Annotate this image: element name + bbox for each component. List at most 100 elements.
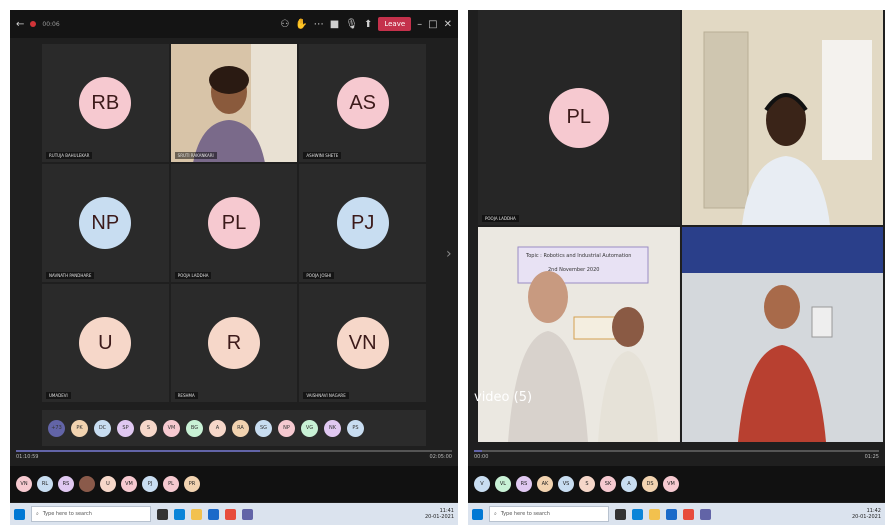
participant-tile-video[interactable]: SRUTI RAKANKARI — [170, 44, 298, 162]
raise-hand-icon[interactable]: ✋ — [295, 19, 307, 30]
store-icon[interactable] — [208, 508, 219, 520]
meeting-timer: 00:06 — [42, 20, 60, 28]
participant-name: POOJA LADDHA — [174, 272, 212, 279]
participant-grid: RB RUTUJA BAHULEKAR SRUTI RAKANKARI AS A… — [42, 44, 426, 402]
participant-avatar: PL — [207, 197, 260, 249]
participant-avatar: U — [79, 317, 132, 369]
participant-tile-video[interactable] — [681, 10, 883, 225]
participant-name: POOJA LADDHA — [482, 215, 519, 222]
participant-avatar[interactable]: PJ — [142, 476, 158, 492]
system-clock[interactable]: 11:42 20-01-2021 — [852, 508, 881, 520]
participant-tile[interactable]: NP NAVNATH PANDHARE — [42, 164, 169, 282]
participant-avatar[interactable]: VM — [121, 476, 137, 492]
participant-video — [681, 10, 883, 225]
participant-avatar[interactable]: PL — [163, 476, 179, 492]
participant-avatar[interactable]: A — [209, 419, 226, 437]
share-icon[interactable]: ⬆ — [364, 19, 372, 30]
participant-avatar[interactable]: VS — [558, 476, 574, 492]
participant-avatar[interactable]: RS — [58, 476, 74, 492]
participant-avatar[interactable]: SG — [255, 419, 272, 437]
clock-date: 20-01-2021 — [424, 514, 454, 520]
participant-avatar: R — [207, 317, 260, 369]
teams-icon[interactable] — [242, 508, 253, 520]
participant-avatar[interactable]: PK — [71, 419, 88, 437]
participant-avatar[interactable]: SP — [117, 419, 134, 437]
recording-indicator-icon — [30, 21, 37, 27]
meeting-window-right: PL POOJA LADDHA Topic : Robotics and Ind… — [468, 10, 885, 525]
participant-avatar[interactable]: VG — [301, 419, 318, 437]
system-clock[interactable]: 11:41 20-01-2021 — [425, 508, 454, 520]
participant-video — [170, 44, 298, 162]
participant-tile[interactable]: VN VAISHNAVI NAGARE — [299, 284, 426, 402]
search-icon: ⌕ — [36, 511, 39, 517]
task-view-icon[interactable] — [157, 508, 168, 520]
participant-avatar[interactable]: PR — [184, 476, 200, 492]
participant-tile[interactable]: AS ASHWINI SHETE — [299, 44, 426, 162]
participant-avatar[interactable]: S — [140, 419, 157, 437]
participant-tile[interactable]: R RESHMA — [170, 284, 298, 402]
participant-tile[interactable]: PJ POOJA JOSHI — [299, 164, 426, 282]
task-view-icon[interactable] — [615, 508, 626, 520]
edge-icon[interactable] — [632, 508, 643, 520]
participant-avatar[interactable]: DS — [642, 476, 658, 492]
playback-progress[interactable] — [474, 450, 879, 452]
microphone-icon[interactable]: 🎙 — [345, 19, 358, 30]
participant-avatar[interactable] — [79, 476, 95, 492]
participant-avatar[interactable]: BG — [186, 419, 203, 437]
participant-tile[interactable]: PL POOJA LADDHA — [170, 164, 298, 282]
participant-avatar[interactable]: VN — [16, 476, 32, 492]
participant-tile-video[interactable] — [681, 227, 883, 442]
participant-tile-video[interactable]: Topic : Robotics and Industrial Automati… — [478, 227, 680, 442]
back-arrow-icon[interactable]: ← — [16, 19, 24, 30]
participant-avatar[interactable]: VM — [663, 476, 679, 492]
participant-avatar[interactable]: VM — [163, 419, 180, 437]
participant-avatar[interactable]: AK — [537, 476, 553, 492]
participant-avatar[interactable]: NK — [324, 419, 341, 437]
participant-avatar[interactable]: PS — [347, 419, 364, 437]
camera-icon[interactable]: ■ — [330, 19, 339, 30]
banner-text: Topic : Robotics and Industrial Automati… — [526, 253, 632, 259]
windows-start-icon[interactable] — [472, 508, 483, 520]
windows-taskbar: ⌕ Type here to search 11:41 20-01-2021 — [10, 503, 458, 525]
playback-time-row: 00:00 01:25 — [474, 454, 879, 460]
minimize-icon[interactable]: – — [417, 19, 422, 30]
time-total: 02:05:00 — [429, 454, 452, 460]
search-placeholder: Type here to search — [500, 511, 550, 517]
maximize-icon[interactable]: □ — [428, 19, 437, 30]
taskbar-search[interactable]: ⌕ Type here to search — [489, 506, 609, 522]
participant-avatar[interactable]: S — [579, 476, 595, 492]
windows-start-icon[interactable] — [14, 508, 25, 520]
teams-icon[interactable] — [700, 508, 711, 520]
participant-avatar[interactable]: SK — [600, 476, 616, 492]
edge-icon[interactable] — [174, 508, 185, 520]
chrome-icon[interactable] — [683, 508, 694, 520]
participant-avatar: PL — [548, 87, 609, 148]
meeting-window-left: ← 00:06 ⚇ ✋ ⋯ ■ 🎙 ⬆ Leave – □ ✕ RB RUTUJ… — [10, 10, 458, 525]
participant-avatar[interactable]: NP — [278, 419, 295, 437]
playback-progress[interactable] — [16, 450, 452, 452]
more-options-icon[interactable]: ⋯ — [314, 19, 324, 30]
participant-avatar[interactable]: V — [474, 476, 490, 492]
participant-tile[interactable]: PL POOJA LADDHA — [478, 10, 680, 225]
search-icon: ⌕ — [494, 511, 497, 517]
file-explorer-icon[interactable] — [649, 508, 660, 520]
participant-avatar[interactable]: RA — [232, 419, 249, 437]
taskbar-search[interactable]: ⌕ Type here to search — [31, 506, 151, 522]
participant-tile[interactable]: U UMADEVI — [42, 284, 169, 402]
participant-avatar[interactable]: RS — [516, 476, 532, 492]
participant-avatar[interactable]: A — [621, 476, 637, 492]
participant-avatar[interactable]: DC — [94, 419, 111, 437]
participants-icon[interactable]: ⚇ — [280, 19, 289, 30]
close-icon[interactable]: ✕ — [444, 19, 452, 30]
chrome-icon[interactable] — [225, 508, 236, 520]
chevron-right-icon[interactable]: › — [446, 246, 452, 262]
participant-avatar[interactable]: VL — [495, 476, 511, 492]
time-total: 01:25 — [864, 454, 879, 460]
participant-avatar[interactable]: +73 — [48, 419, 65, 437]
participant-avatar[interactable]: U — [100, 476, 116, 492]
leave-button[interactable]: Leave — [378, 17, 412, 31]
store-icon[interactable] — [666, 508, 677, 520]
participant-avatar[interactable]: RL — [37, 476, 53, 492]
file-explorer-icon[interactable] — [191, 508, 202, 520]
participant-tile[interactable]: RB RUTUJA BAHULEKAR — [42, 44, 169, 162]
